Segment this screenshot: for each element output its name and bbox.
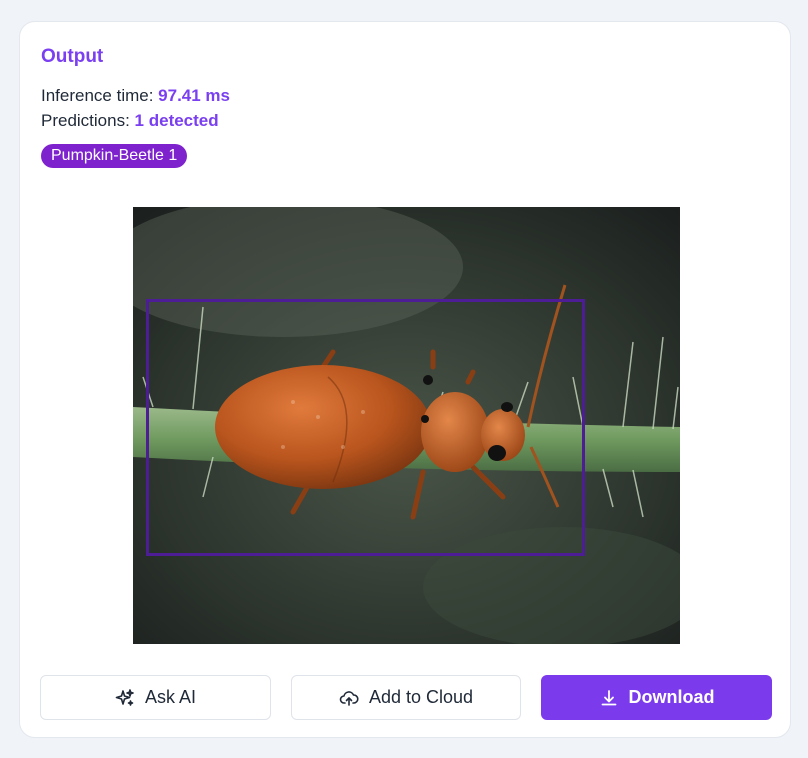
add-to-cloud-button[interactable]: Add to Cloud [291,675,521,720]
ask-ai-button[interactable]: Ask AI [40,675,271,720]
detection-bounding-box [146,299,585,556]
sparkles-icon [115,688,135,708]
download-icon [599,688,619,708]
predictions-label: Predictions: [41,111,135,130]
output-card: Output Inference time: 97.41 ms Predicti… [19,21,791,738]
predictions-value: 1 detected [134,111,219,130]
result-image [133,207,680,644]
cloud-upload-icon [339,688,359,708]
download-button[interactable]: Download [541,675,772,720]
prediction-badge[interactable]: Pumpkin-Beetle 1 [41,144,188,168]
inference-time-value: 97.41 ms [158,86,231,105]
predictions: Predictions: 1 detected [41,111,219,131]
output-title: Output [41,46,104,67]
inference-time-label: Inference time: [41,86,159,105]
download-label: Download [628,687,715,707]
add-to-cloud-label: Add to Cloud [368,687,474,707]
inference-time: Inference time: 97.41 ms [41,86,230,106]
ask-ai-label: Ask AI [144,687,197,707]
